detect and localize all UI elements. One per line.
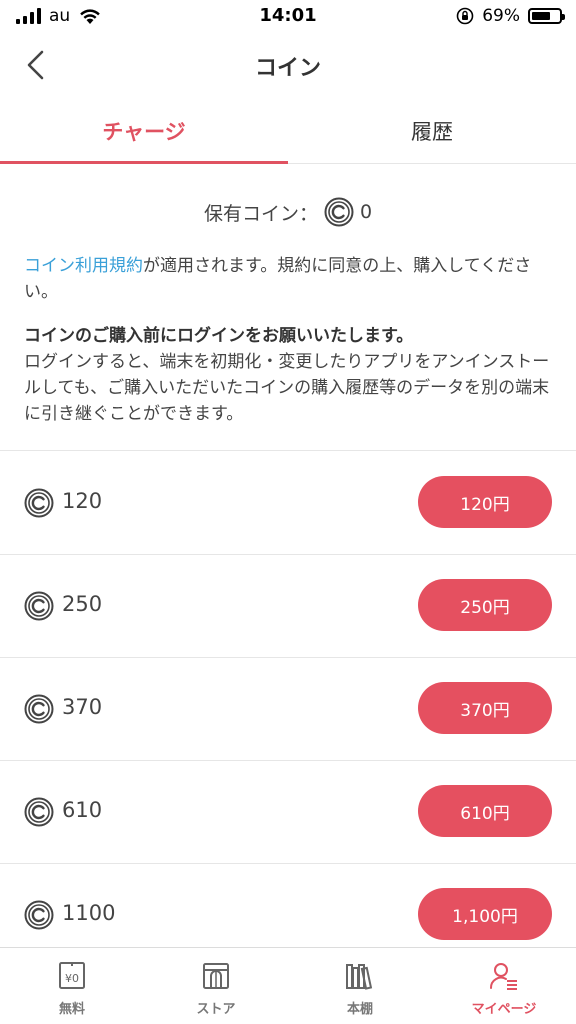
coin-info-section: 保有コイン： 0 コイン利用規約が適用されます。規約に同意の上、購入してください… xyxy=(0,165,576,451)
coin-package-list: 120 120円 250 250円 370 370円 610 610円 1100… xyxy=(0,452,576,967)
buy-370-button[interactable]: 370円 xyxy=(418,682,552,734)
status-bar: au 14:01 69% xyxy=(0,0,576,34)
free-icon: ¥0 xyxy=(59,962,85,989)
nav-mypage[interactable]: マイページ xyxy=(432,948,576,1024)
coin-icon xyxy=(24,488,54,518)
coin-package-row: 120 120円 xyxy=(0,452,576,555)
login-notice-heading: コインのご購入前にログインをお願いいたします。 xyxy=(24,326,414,346)
coin-amount: 1100 xyxy=(62,901,116,925)
battery-icon xyxy=(528,8,565,24)
nav-free-label: 無料 xyxy=(58,1002,85,1017)
coin-icon xyxy=(324,197,354,227)
rotation-lock-icon xyxy=(456,7,474,25)
nav-store[interactable]: ストア xyxy=(144,948,288,1024)
login-notice: コインのご購入前にログインをお願いいたします。 ログインすると、端末を初期化・変… xyxy=(24,323,554,427)
owned-coins-label: 保有コイン： xyxy=(203,202,318,225)
coin-amount: 370 xyxy=(62,695,103,719)
battery-percent: 69% xyxy=(482,6,520,26)
status-right: 69% xyxy=(456,6,565,26)
bookshelf-icon xyxy=(346,964,373,990)
tab-charge[interactable]: チャージ xyxy=(0,98,288,164)
coin-icon xyxy=(24,797,54,827)
mypage-icon xyxy=(489,963,517,990)
tab-history[interactable]: 履歴 xyxy=(288,98,576,163)
coin-icon xyxy=(24,900,54,930)
coin-package-row: 610 610円 xyxy=(0,761,576,864)
buy-1100-button[interactable]: 1,100円 xyxy=(418,888,552,940)
coin-package-row: 250 250円 xyxy=(0,555,576,658)
coin-amount: 610 xyxy=(62,798,103,822)
store-icon xyxy=(203,963,229,989)
nav-free[interactable]: ¥0 無料 xyxy=(0,948,144,1024)
page-title: コイン xyxy=(254,56,321,81)
terms-notice: コイン利用規約が適用されます。規約に同意の上、購入してください。 xyxy=(24,253,544,305)
bottom-tab-bar: ¥0 無料 ストア 本棚 マイページ xyxy=(0,947,576,1024)
terms-link[interactable]: コイン利用規約 xyxy=(24,256,143,276)
nav-mypage-label: マイページ xyxy=(471,1002,537,1017)
login-notice-text: ログインすると、端末を初期化・変更したりアプリをアンインストールしても、ご購入い… xyxy=(24,352,550,424)
tab-bar: チャージ 履歴 xyxy=(0,98,576,164)
coin-amount: 120 xyxy=(62,489,103,513)
svg-text:¥0: ¥0 xyxy=(65,972,79,985)
coin-icon xyxy=(24,694,54,724)
owned-coins: 保有コイン： 0 xyxy=(0,197,576,227)
buy-250-button[interactable]: 250円 xyxy=(418,579,552,631)
nav-header: コイン xyxy=(0,34,576,98)
buy-610-button[interactable]: 610円 xyxy=(418,785,552,837)
nav-bookshelf[interactable]: 本棚 xyxy=(288,948,432,1024)
owned-coins-value: 0 xyxy=(359,201,373,223)
buy-120-button[interactable]: 120円 xyxy=(418,476,552,528)
coin-icon xyxy=(24,591,54,621)
coin-package-row: 370 370円 xyxy=(0,658,576,761)
nav-bookshelf-label: 本棚 xyxy=(346,1002,373,1017)
coin-amount: 250 xyxy=(62,592,103,616)
battery-level xyxy=(532,12,550,20)
nav-store-label: ストア xyxy=(196,1002,236,1017)
